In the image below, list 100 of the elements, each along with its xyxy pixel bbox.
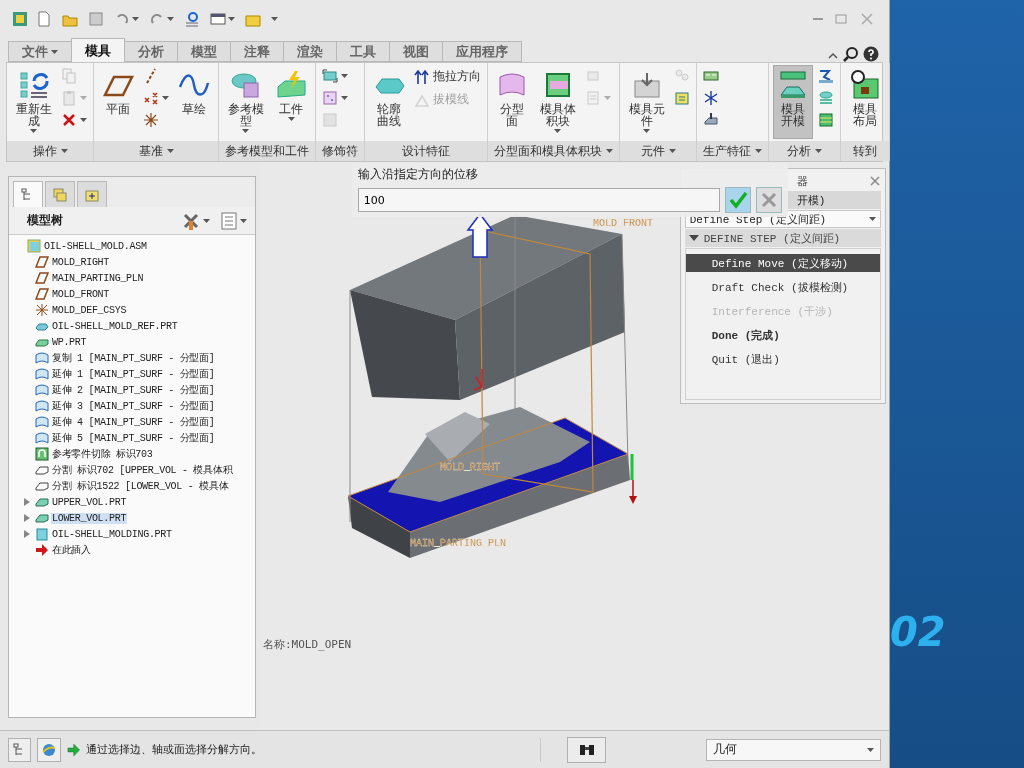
caret-icon (287, 117, 295, 121)
browser-button[interactable] (37, 737, 61, 762)
caret-icon (80, 118, 87, 122)
ribbon-button[interactable]: 模具元件 (624, 65, 669, 139)
caret-icon (239, 218, 247, 223)
close-button[interactable] (867, 176, 882, 186)
customize-button[interactable] (269, 17, 280, 21)
tree-item[interactable]: 分割 标识1522 [LOWER_VOL - 模具体 (51, 479, 230, 493)
group-footer[interactable]: 操作 (7, 141, 93, 161)
menu-item[interactable]: Draft Check (拔模检测) (685, 278, 880, 296)
curved-sheet-icon (35, 367, 49, 381)
ribbon-tab[interactable]: 工具 (336, 41, 390, 62)
caret-icon (30, 129, 37, 133)
ribbon-tab[interactable]: 渲染 (283, 41, 337, 62)
ribbon-icon-button[interactable] (816, 67, 836, 85)
panel-tab[interactable] (77, 181, 107, 207)
ribbon-button[interactable]: 重新生成 (11, 65, 56, 139)
tree-item[interactable]: LOWER_VOL.PRT (51, 512, 128, 524)
caret-icon (604, 96, 611, 100)
cube-icon (35, 527, 49, 541)
check-icon (728, 190, 749, 210)
tree-item[interactable]: 延伸 3 [MAIN_PT_SURF - 分型面] (51, 399, 216, 413)
group-label: 基准 (138, 142, 163, 160)
group-footer[interactable]: 分析 (769, 141, 840, 161)
ribbon-tab[interactable]: 模具 (71, 38, 125, 62)
tree-item[interactable]: OIL-SHELL_MOLDING.PRT (51, 528, 173, 540)
caret-icon (815, 149, 822, 153)
input-field[interactable]: 100 (357, 188, 721, 212)
panel-tab[interactable] (13, 181, 43, 207)
tree-item[interactable]: 延伸 4 [MAIN_PT_SURF - 分型面] (51, 415, 216, 429)
tree-item[interactable]: MOLD_RIGHT (51, 256, 110, 268)
tree-item[interactable]: MOLD_FRONT (51, 288, 110, 300)
cancel-button[interactable] (756, 187, 782, 213)
curved-sheet-icon (35, 351, 49, 365)
list-icon (219, 211, 238, 230)
panel-tab[interactable] (45, 181, 75, 207)
ribbon-button[interactable]: 模具体积块 (535, 65, 580, 139)
menu-item[interactable]: Done (完成) (685, 326, 880, 344)
panel-title: 模型树 (27, 212, 64, 229)
save-button[interactable] (86, 11, 106, 27)
tree-item[interactable]: 延伸 1 [MAIN_PT_SURF - 分型面] (51, 367, 216, 381)
document-icon (36, 11, 52, 27)
ribbon-button[interactable]: 轮廓曲线 (369, 65, 409, 139)
ribbon-tab[interactable]: 应用程序 (442, 41, 522, 62)
caret-icon (341, 96, 348, 100)
group-label: 设计特征 (402, 142, 450, 160)
minimize-icon (813, 18, 823, 20)
ribbon-button[interactable]: 平面 (98, 65, 138, 139)
ribbon-tab[interactable]: 分析 (124, 41, 178, 62)
group-footer[interactable]: 分型面和模具体积块 (488, 141, 619, 161)
ribbon-button[interactable]: 模具布局 (845, 65, 885, 139)
caret-icon (867, 747, 874, 752)
menu-item[interactable]: Quit (退出) (685, 350, 880, 368)
menu-item[interactable]: Define Move (定义移动) (685, 254, 880, 272)
ribbon-button[interactable]: 模具开模 (773, 65, 813, 139)
group-footer[interactable]: 元件 (620, 141, 696, 161)
tree-toggle-button[interactable] (8, 737, 32, 762)
layers-icon (53, 187, 67, 202)
ribbon-tab[interactable]: 模型 (177, 41, 231, 62)
delete-icon (61, 112, 77, 128)
tree-item[interactable]: MOLD_DEF_CSYS (51, 304, 128, 316)
tree-item[interactable]: 在此插入 (51, 543, 92, 557)
find-button[interactable] (567, 736, 607, 763)
ribbon-icon-button[interactable] (141, 89, 171, 107)
windows-button[interactable] (208, 11, 237, 27)
ribbon-tab[interactable]: 文件 (8, 41, 72, 62)
caret-icon (643, 129, 650, 133)
ribbon-button[interactable]: 分型面 (492, 65, 532, 139)
up-arrows-icon (414, 68, 430, 85)
tree-item[interactable]: 参考零件切除 标识703 (51, 447, 154, 461)
minimize-button[interactable] (811, 18, 825, 20)
help-button[interactable] (861, 46, 881, 62)
ribbon-button[interactable]: 工件 (271, 65, 311, 139)
ribbon-tab[interactable]: 视图 (389, 41, 443, 62)
ribbon-button[interactable]: 草绘 (174, 65, 214, 139)
close-icon (869, 176, 880, 186)
filter-dropdown[interactable]: 几何 (706, 738, 881, 761)
group-footer[interactable]: 基准 (94, 141, 218, 161)
tree-item[interactable]: MAIN_PARTING_PLN (51, 272, 145, 284)
ribbon-button[interactable]: 拖拉方向 (412, 67, 483, 86)
cards-icon (674, 90, 690, 106)
tree-item[interactable]: OIL-SHELL_MOLD_REF.PRT (51, 320, 179, 332)
tree-item[interactable]: WP.PRT (51, 336, 88, 348)
group-footer[interactable]: 生产特征 (697, 141, 768, 161)
accept-button[interactable] (725, 187, 751, 213)
search-button[interactable] (841, 46, 861, 62)
tree-item[interactable]: 延伸 5 [MAIN_PT_SURF - 分型面] (51, 431, 216, 445)
caret-icon (271, 17, 278, 21)
tree-item[interactable]: UPPER_VOL.PRT (51, 496, 128, 508)
tree-item[interactable]: 延伸 2 [MAIN_PT_SURF - 分型面] (51, 383, 216, 397)
caret-icon (167, 17, 174, 21)
caret-icon (668, 149, 676, 153)
ribbon-tab[interactable]: 注释 (230, 41, 284, 62)
parallelogram-icon (35, 287, 49, 301)
tree-item[interactable]: 复制 1 [MAIN_PT_SURF - 分型面] (51, 351, 216, 365)
tree-item[interactable]: 分割 标识702 [UPPER_VOL - 模具体积 (51, 463, 234, 477)
ribbon-button[interactable]: 参考模型 (223, 65, 268, 139)
csys-icon (35, 303, 49, 317)
tree-item[interactable]: OIL-SHELL_MOLD.ASM (43, 240, 148, 252)
notepad-icon (585, 90, 601, 106)
